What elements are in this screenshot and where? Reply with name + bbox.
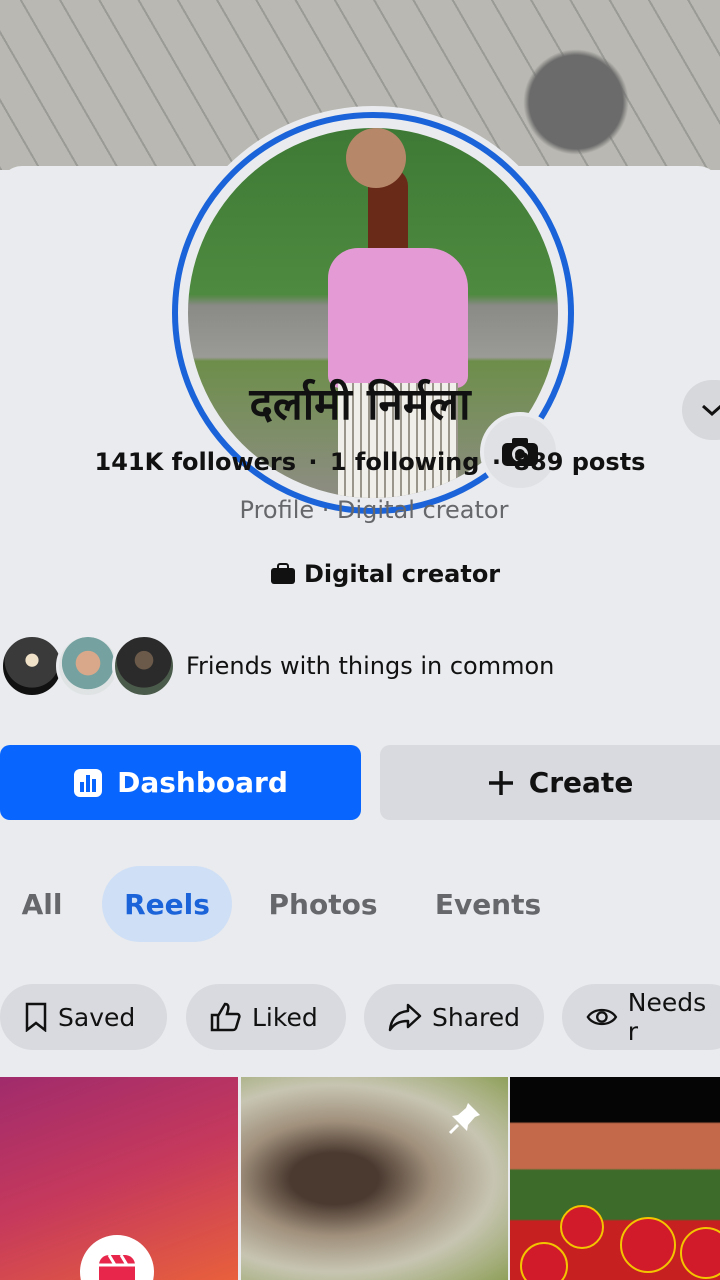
following-count[interactable]: 1 following	[330, 448, 480, 476]
flower	[520, 1242, 568, 1280]
tab-photos[interactable]: Photos	[262, 866, 384, 942]
category-label: Digital creator	[304, 560, 501, 588]
create-label: Create	[528, 766, 634, 799]
briefcase-icon	[271, 563, 295, 584]
flower	[680, 1227, 720, 1279]
filter-label: Needs r	[627, 988, 707, 1046]
reels-icon	[99, 1254, 135, 1280]
flower	[560, 1205, 604, 1249]
followers-count[interactable]: 141K followers	[95, 448, 297, 476]
bookmark-icon	[25, 1002, 47, 1032]
chevron-down-icon	[702, 404, 720, 417]
avatar	[112, 634, 176, 698]
tab-reels[interactable]: Reels	[102, 866, 232, 942]
profile-name: दर्लामी निर्मला	[249, 379, 471, 430]
avatar	[56, 634, 120, 698]
plus-icon	[488, 770, 513, 795]
tab-events[interactable]: Events	[430, 866, 546, 942]
filter-label: Saved	[58, 1002, 136, 1032]
dashboard-label: Dashboard	[117, 766, 288, 799]
reel-thumbnail[interactable]	[0, 1077, 238, 1280]
filter-label: Liked	[252, 1002, 318, 1032]
tab-all[interactable]: All	[18, 866, 66, 942]
dashboard-button[interactable]: Dashboard	[0, 745, 361, 820]
filter-shared[interactable]: Shared	[364, 984, 544, 1050]
reel-thumbnail[interactable]	[241, 1077, 508, 1280]
filter-liked[interactable]: Liked	[186, 984, 346, 1050]
mutual-friends[interactable]: Friends with things in common	[0, 632, 554, 700]
stats-separator: ·	[308, 448, 318, 476]
create-button[interactable]: Create	[380, 745, 720, 820]
pin-icon	[448, 1103, 480, 1135]
reels-grid	[0, 1077, 720, 1280]
profile-subtitle: Profile · Digital creator	[239, 496, 509, 524]
filter-needs-review[interactable]: Needs r	[562, 984, 720, 1050]
avatar	[0, 634, 64, 698]
eye-icon	[586, 1008, 618, 1026]
filter-saved[interactable]: Saved	[0, 984, 167, 1050]
filter-label: Shared	[431, 1002, 520, 1032]
share-icon	[388, 1003, 422, 1032]
reels-badge	[80, 1235, 154, 1280]
reels-filter-chips: Saved Liked Shared Needs r	[0, 984, 720, 1050]
flower	[620, 1217, 676, 1273]
profile-category: Digital creator	[270, 560, 500, 588]
thumbs-up-icon	[210, 1002, 241, 1032]
stats-separator: ·	[491, 448, 501, 476]
profile-stats: 141K followers · 1 following · 889 posts	[0, 448, 720, 476]
friends-text: Friends with things in common	[186, 652, 555, 680]
profile-tabs: All Reels Photos Events	[0, 866, 720, 942]
posts-count[interactable]: 889 posts	[513, 448, 645, 476]
dashboard-icon	[74, 768, 103, 797]
reel-thumbnail[interactable]	[510, 1077, 720, 1280]
